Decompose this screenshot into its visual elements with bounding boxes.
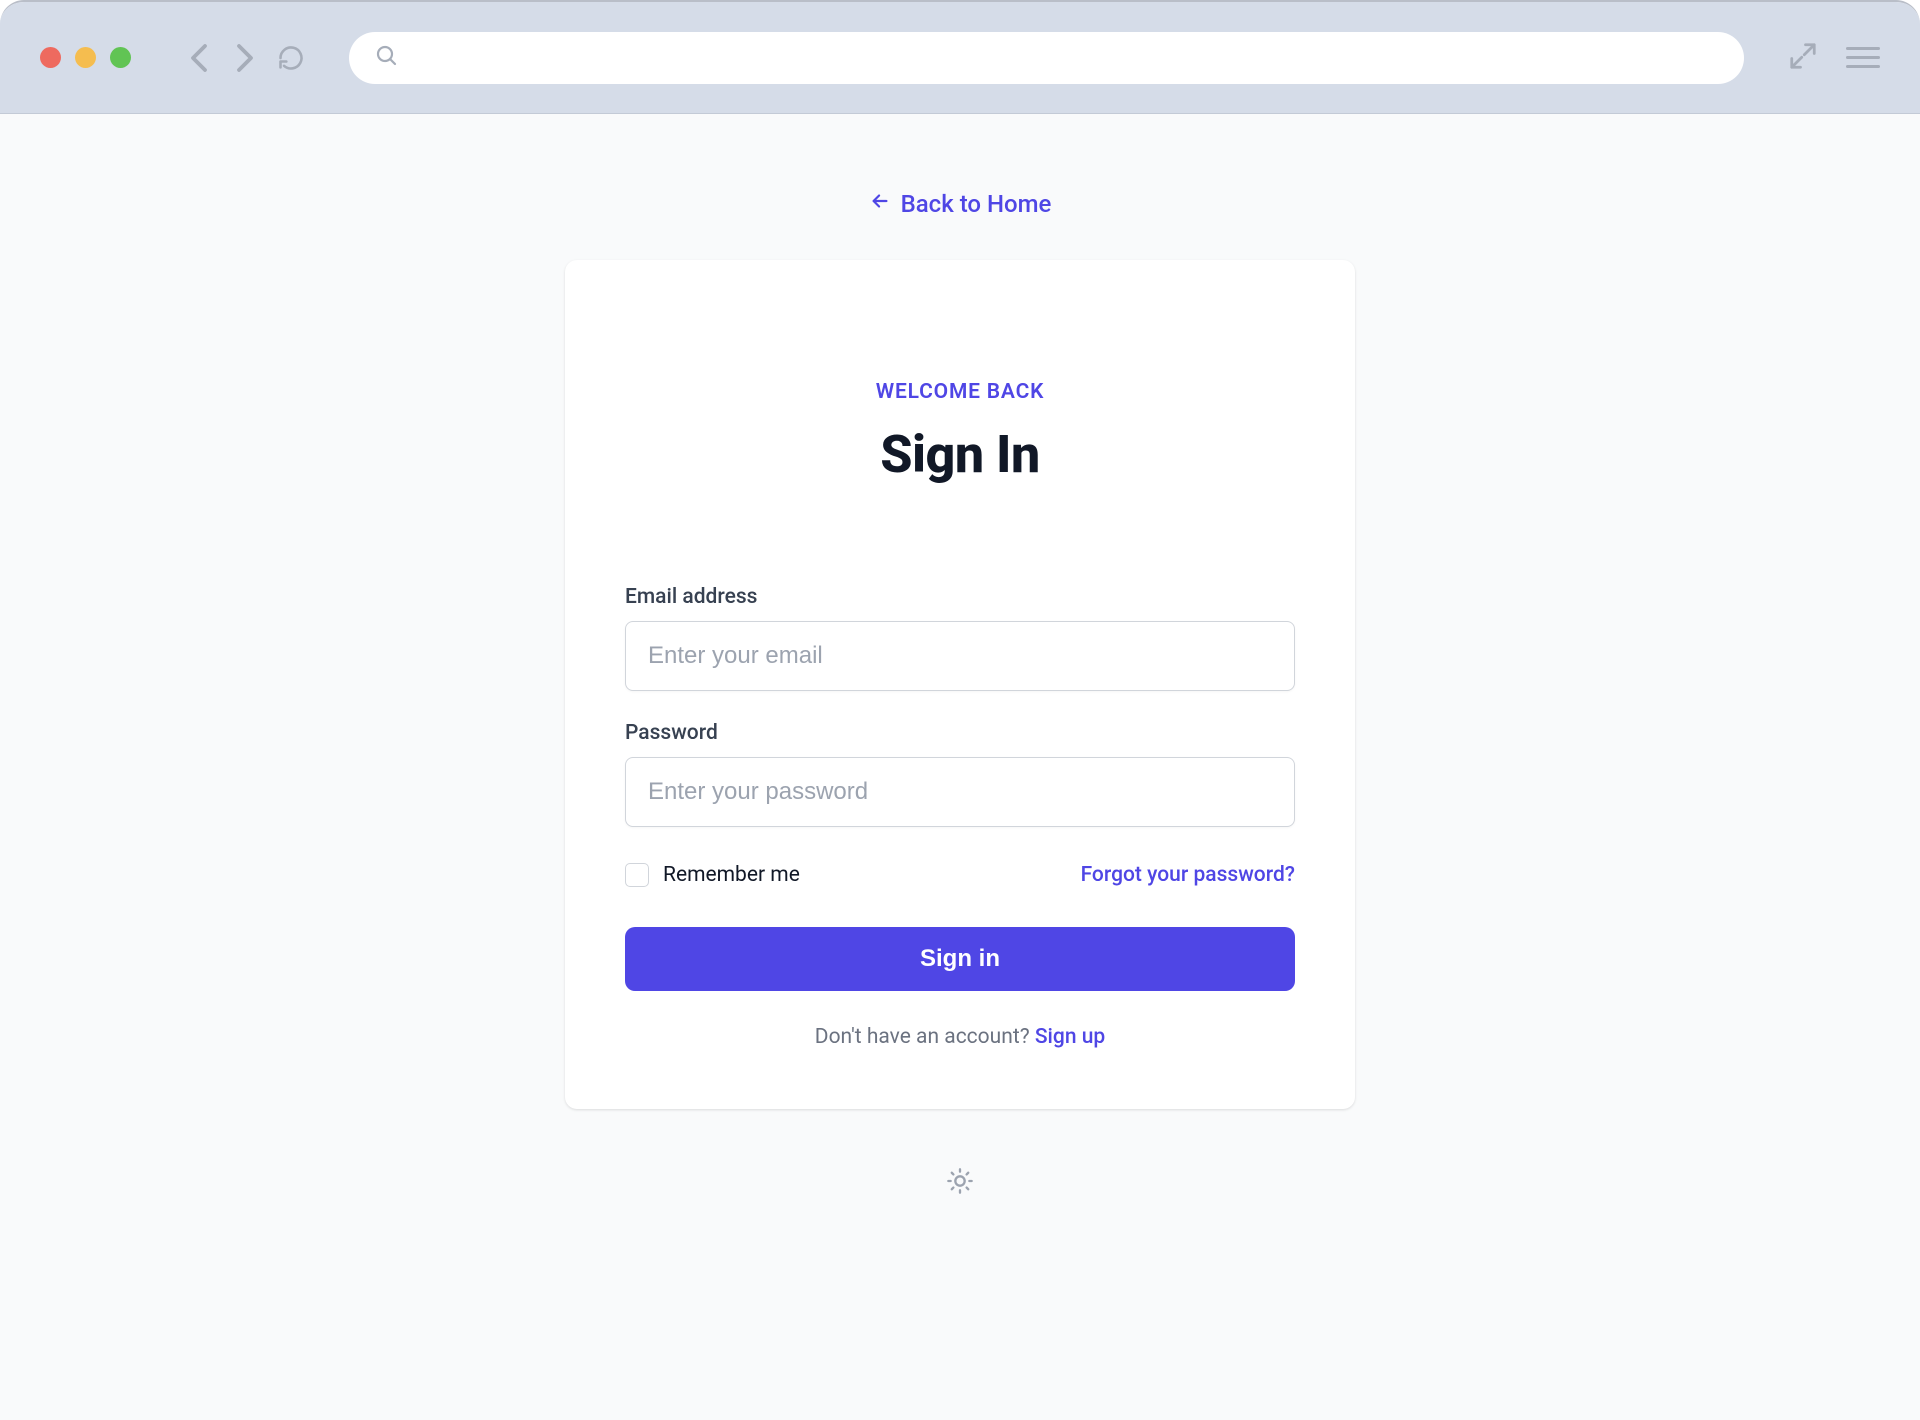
browser-forward-button[interactable]	[231, 44, 259, 72]
sun-icon	[946, 1167, 974, 1199]
expand-icon[interactable]	[1788, 41, 1818, 75]
browser-reload-button[interactable]	[277, 44, 305, 72]
signin-button[interactable]: Sign in	[625, 927, 1295, 991]
back-to-home-label: Back to Home	[901, 190, 1052, 218]
email-group: Email address	[625, 585, 1295, 691]
signup-prompt: Don't have an account? Sign up	[625, 1025, 1295, 1049]
forgot-password-link[interactable]: Forgot your password?	[1081, 863, 1295, 887]
window-controls	[40, 47, 131, 68]
password-label: Password	[625, 721, 1295, 745]
page-title: Sign In	[625, 424, 1295, 485]
search-icon	[375, 44, 399, 72]
browser-right-controls	[1788, 41, 1880, 75]
signin-card: WELCOME BACK Sign In Email address Passw…	[565, 260, 1355, 1109]
page-viewport: Back to Home WELCOME BACK Sign In Email …	[0, 114, 1920, 1420]
browser-nav	[185, 44, 305, 72]
browser-chrome	[0, 2, 1920, 114]
signup-link[interactable]: Sign up	[1035, 1025, 1105, 1049]
eyebrow-text: WELCOME BACK	[625, 380, 1295, 404]
signup-prompt-text: Don't have an account?	[815, 1025, 1035, 1049]
minimize-window-icon[interactable]	[75, 47, 96, 68]
address-bar[interactable]	[349, 32, 1744, 84]
arrow-left-icon	[869, 190, 891, 218]
password-group: Password	[625, 721, 1295, 827]
remember-me-checkbox[interactable]	[625, 863, 649, 887]
menu-icon[interactable]	[1846, 47, 1880, 68]
browser-back-button[interactable]	[185, 44, 213, 72]
options-row: Remember me Forgot your password?	[625, 863, 1295, 887]
theme-toggle-button[interactable]	[946, 1167, 974, 1199]
close-window-icon[interactable]	[40, 47, 61, 68]
card-header: WELCOME BACK Sign In	[625, 380, 1295, 485]
remember-me-label: Remember me	[663, 863, 800, 887]
maximize-window-icon[interactable]	[110, 47, 131, 68]
password-field[interactable]	[625, 757, 1295, 827]
email-field[interactable]	[625, 621, 1295, 691]
email-label: Email address	[625, 585, 1295, 609]
browser-window: Back to Home WELCOME BACK Sign In Email …	[0, 0, 1920, 1420]
back-to-home-link[interactable]: Back to Home	[869, 190, 1052, 218]
remember-me-option[interactable]: Remember me	[625, 863, 800, 887]
